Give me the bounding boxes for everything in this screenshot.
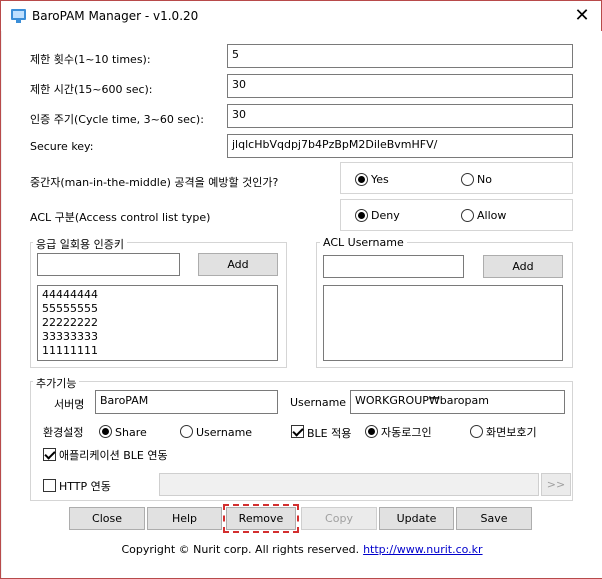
limit-count-input[interactable]: 5: [227, 44, 573, 68]
emergency-otp-title: 응급 일회용 인증키: [33, 236, 127, 252]
app-ble-checkbox[interactable]: [43, 448, 56, 461]
acl-deny-radio[interactable]: [355, 209, 368, 222]
env-settings-label: 환경설정: [43, 426, 84, 439]
acl-allow-radio[interactable]: [461, 209, 474, 222]
list-item[interactable]: 11111111: [42, 344, 273, 358]
http-url-input[interactable]: [159, 473, 539, 496]
list-item[interactable]: 22222222: [42, 316, 273, 330]
env-share-label: Share: [115, 426, 147, 439]
acl-username-input[interactable]: [323, 255, 464, 278]
ble-checkbox[interactable]: [291, 425, 304, 438]
secure-key-input[interactable]: jlqlcHbVqdpj7b4PzBpM2DileBvmHFV/: [227, 134, 573, 158]
secure-key-label: Secure key:: [30, 140, 94, 153]
window-title: BaroPAM Manager - v1.0.20: [32, 9, 199, 23]
app-icon: [11, 9, 26, 23]
emergency-otp-list[interactable]: 44444444 55555555 22222222 33333333 1111…: [37, 285, 278, 361]
screensaver-label: 화면보호기: [486, 426, 537, 439]
mitm-label: 중간자(man-in-the-middle) 공격을 예방할 것인가?: [30, 176, 279, 189]
list-item[interactable]: 33333333: [42, 330, 273, 344]
acl-add-button[interactable]: Add: [483, 255, 563, 278]
autologin-label: 자동로그인: [381, 426, 432, 439]
env-share-radio[interactable]: [99, 425, 112, 438]
app-ble-label: 애플리케이션 BLE 연동: [59, 449, 168, 462]
mitm-no-radio[interactable]: [461, 173, 474, 186]
acl-allow-label: Allow: [477, 209, 507, 222]
limit-time-input[interactable]: 30: [227, 74, 573, 98]
extra-features-title: 추가기능: [33, 375, 80, 391]
list-item[interactable]: 44444444: [42, 288, 273, 302]
limit-count-label: 제한 횟수(1~10 times):: [30, 53, 151, 66]
copyright-text: Copyright © Nurit corp. All rights reser…: [121, 543, 360, 556]
app-window: BaroPAM Manager - v1.0.20 ✕ 제한 횟수(1~10 t…: [0, 0, 602, 579]
screensaver-radio[interactable]: [470, 425, 483, 438]
autologin-radio[interactable]: [365, 425, 378, 438]
limit-time-label: 제한 시간(15~600 sec):: [30, 83, 153, 96]
footer: Copyright © Nurit corp. All rights reser…: [2, 543, 602, 556]
cycle-time-label: 인증 주기(Cycle time, 3~60 sec):: [30, 113, 204, 126]
http-checkbox[interactable]: [43, 479, 56, 492]
remove-button[interactable]: Remove: [226, 507, 296, 530]
title-bar: BaroPAM Manager - v1.0.20 ✕: [1, 1, 601, 31]
emergency-otp-input[interactable]: [37, 253, 180, 276]
main-content: 제한 횟수(1~10 times): 5 제한 시간(15~600 sec): …: [2, 31, 602, 578]
username-label: Username: [290, 396, 347, 409]
http-label: HTTP 연동: [59, 480, 111, 493]
cycle-time-input[interactable]: 30: [227, 104, 573, 128]
acl-type-label: ACL 구분(Access control list type): [30, 211, 211, 224]
mitm-yes-label: Yes: [371, 173, 389, 186]
acl-deny-label: Deny: [371, 209, 400, 222]
env-username-radio[interactable]: [180, 425, 193, 438]
website-link[interactable]: http://www.nurit.co.kr: [363, 543, 482, 556]
acl-username-title: ACL Username: [320, 236, 407, 249]
close-button[interactable]: Close: [69, 507, 145, 530]
acl-username-list[interactable]: [323, 285, 563, 361]
http-more-button[interactable]: >>: [541, 473, 571, 496]
close-window-button[interactable]: ✕: [563, 1, 601, 31]
help-button[interactable]: Help: [147, 507, 222, 530]
server-name-input[interactable]: BaroPAM: [95, 390, 278, 414]
server-name-label: 서버명: [54, 398, 85, 411]
update-button[interactable]: Update: [379, 507, 454, 530]
emergency-add-button[interactable]: Add: [198, 253, 278, 276]
copy-button[interactable]: Copy: [301, 507, 377, 530]
username-input[interactable]: WORKGROUP₩baropam: [350, 390, 565, 414]
mitm-no-label: No: [477, 173, 492, 186]
env-username-label: Username: [196, 426, 253, 439]
list-item[interactable]: 55555555: [42, 302, 273, 316]
mitm-yes-radio[interactable]: [355, 173, 368, 186]
save-button[interactable]: Save: [456, 507, 532, 530]
ble-label: BLE 적용: [307, 427, 352, 440]
